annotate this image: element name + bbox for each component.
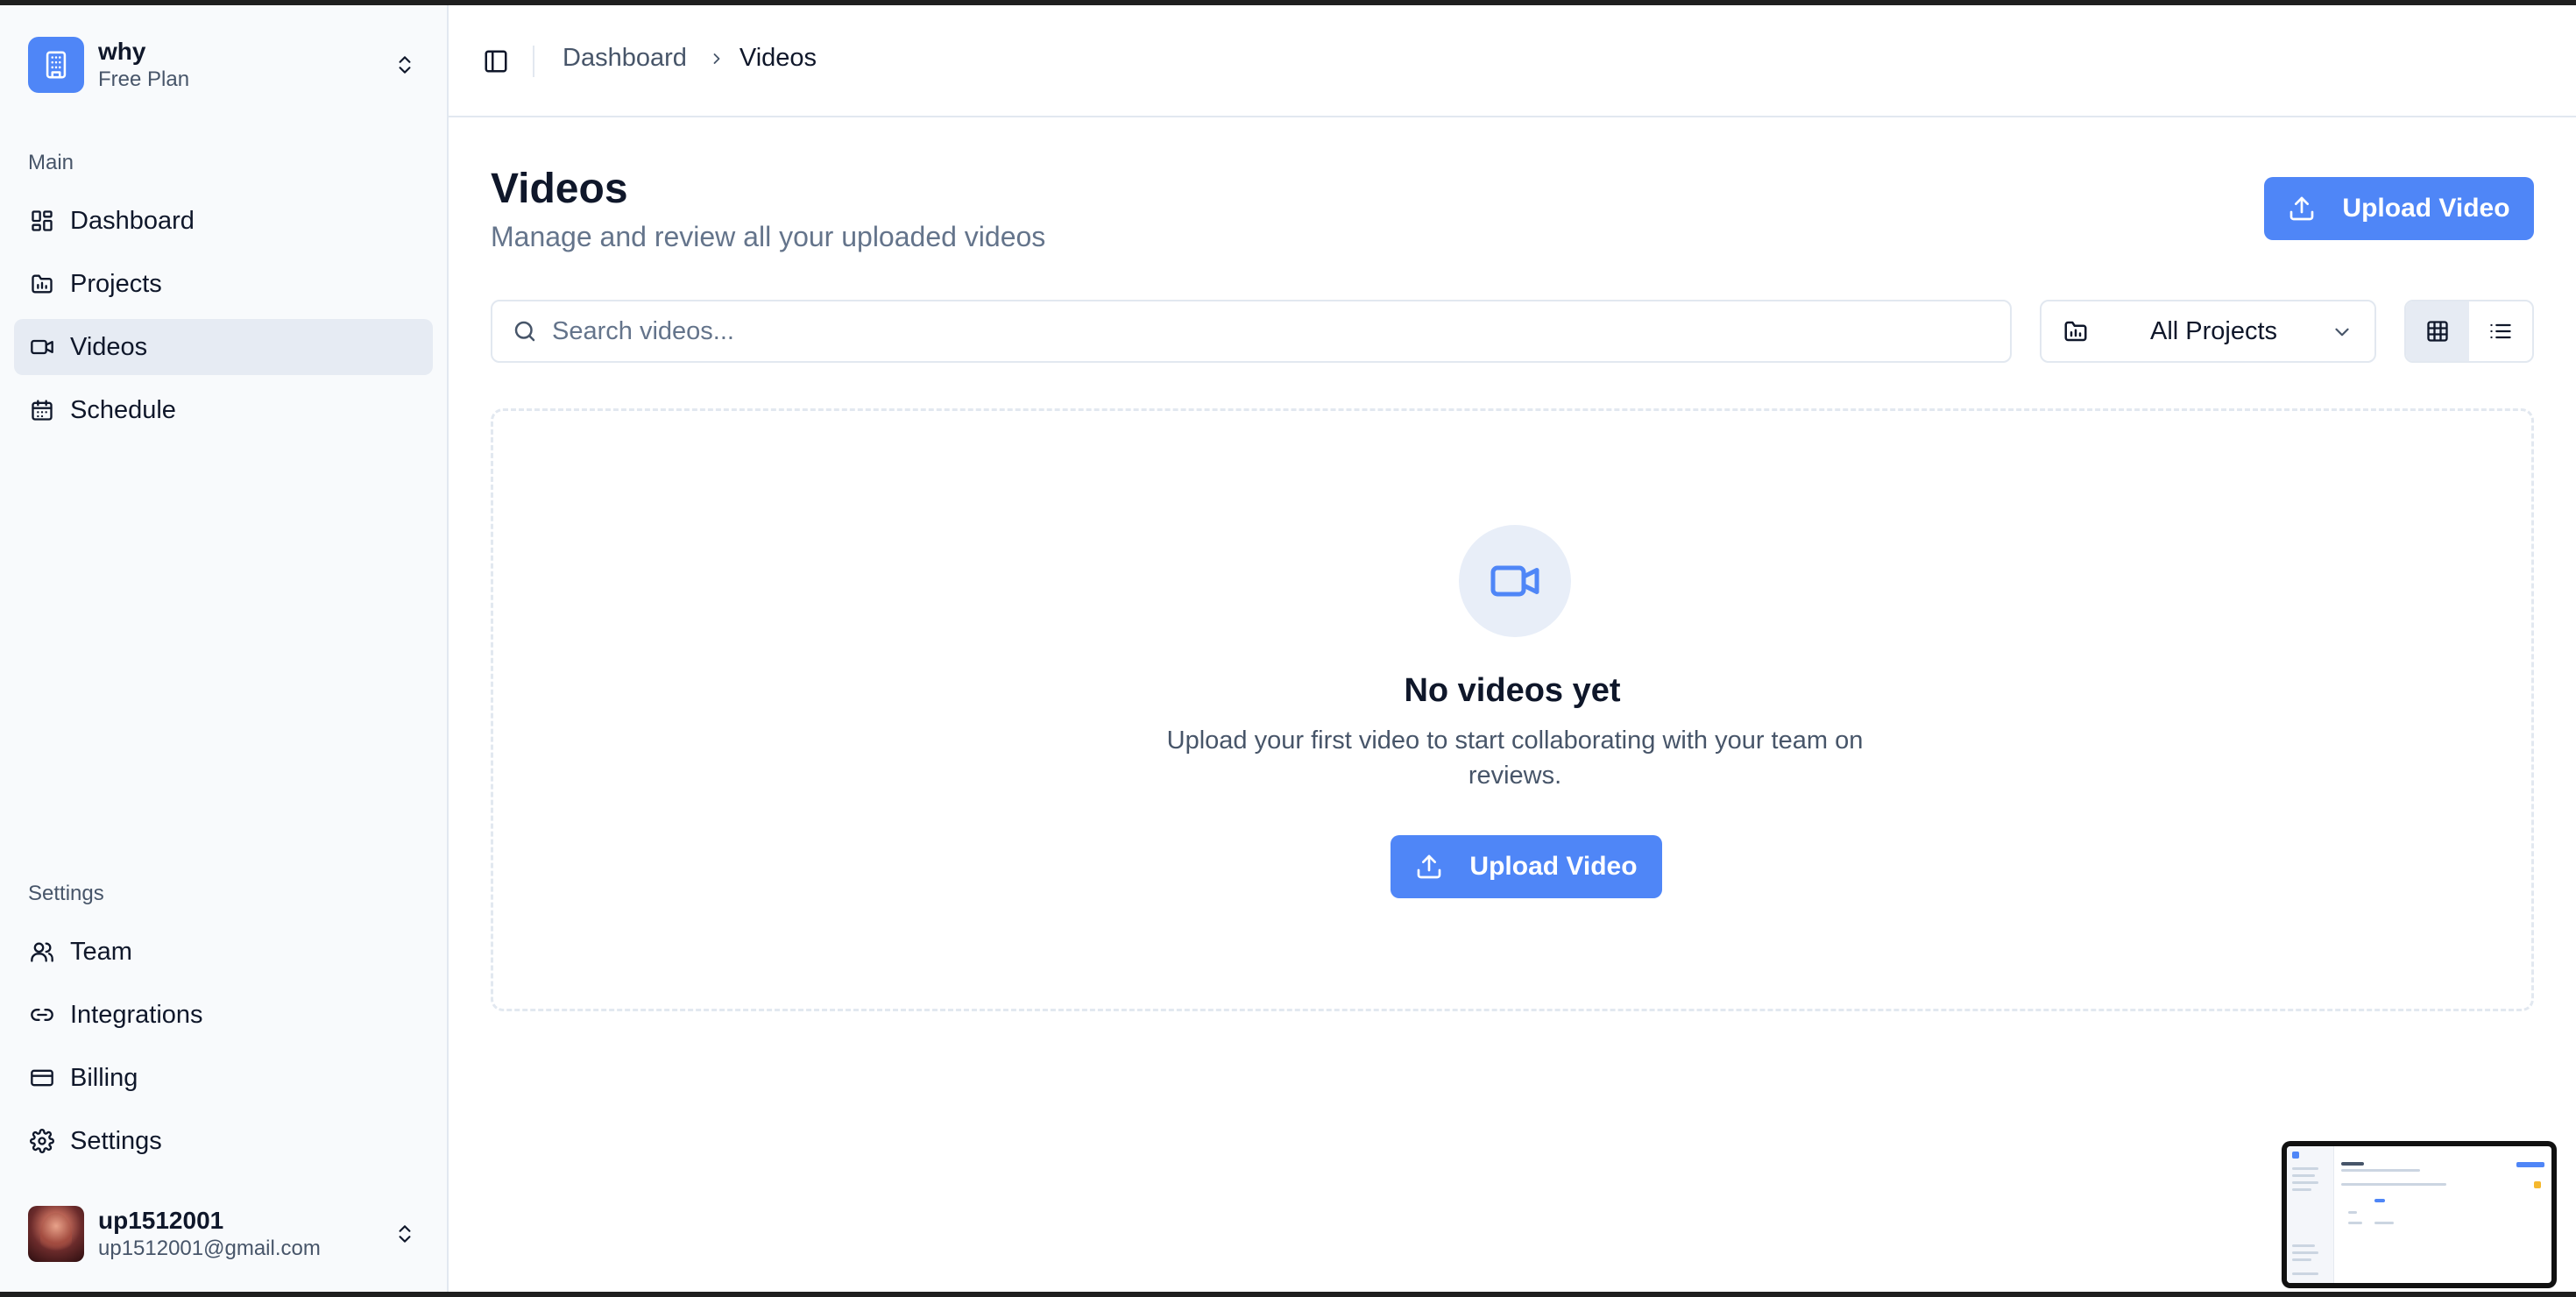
workspace-logo-icon bbox=[28, 37, 84, 93]
breadcrumb-dashboard-link[interactable]: Dashboard bbox=[563, 44, 687, 73]
sidebar-item-label: Integrations bbox=[70, 1000, 203, 1029]
preview-line bbox=[2292, 1258, 2311, 1261]
sidebar-item-billing[interactable]: Billing bbox=[14, 1050, 433, 1106]
preview-thumbnail-screen bbox=[2287, 1146, 2551, 1283]
folder-icon bbox=[28, 270, 56, 298]
upload-video-label: Upload Video bbox=[2342, 194, 2510, 223]
preview-line bbox=[2292, 1181, 2318, 1184]
sidebar-item-settings[interactable]: Settings bbox=[14, 1113, 433, 1169]
empty-upload-video-button[interactable]: Upload Video bbox=[1391, 835, 1662, 898]
app-window: why Free Plan Main Dashboard Projects Vi… bbox=[0, 5, 2576, 1292]
user-menu[interactable]: up1512001 up1512001@gmail.com bbox=[14, 1195, 435, 1272]
list-view-button[interactable] bbox=[2469, 301, 2532, 361]
credit-card-icon bbox=[28, 1064, 56, 1092]
page-subtitle: Manage and review all your uploaded vide… bbox=[491, 221, 1046, 252]
preview-button bbox=[2516, 1162, 2544, 1167]
preview-line bbox=[2341, 1183, 2446, 1186]
upload-video-button[interactable]: Upload Video bbox=[2264, 177, 2534, 240]
preview-line bbox=[2292, 1272, 2318, 1275]
preview-badge bbox=[2534, 1181, 2541, 1188]
project-filter-value: All Projects bbox=[2150, 316, 2278, 345]
breadcrumb: Dashboard Videos bbox=[563, 44, 817, 73]
preview-line bbox=[2292, 1251, 2318, 1254]
top-bar: Dashboard Videos bbox=[449, 5, 2576, 117]
view-mode-toggle bbox=[2404, 300, 2534, 363]
breadcrumb-current: Videos bbox=[739, 44, 817, 72]
empty-upload-video-label: Upload Video bbox=[1469, 852, 1638, 881]
sidebar-item-label: Videos bbox=[70, 332, 148, 361]
sidebar-item-team[interactable]: Team bbox=[14, 924, 433, 980]
link-icon bbox=[28, 1001, 56, 1029]
users-icon bbox=[28, 938, 56, 966]
preview-line bbox=[2292, 1244, 2315, 1247]
sidebar-toggle-button[interactable] bbox=[477, 42, 515, 81]
search-icon bbox=[512, 318, 538, 344]
avatar bbox=[28, 1206, 84, 1262]
video-icon bbox=[1459, 525, 1571, 637]
list-icon bbox=[2490, 323, 2511, 339]
sidebar-item-label: Team bbox=[70, 937, 132, 966]
folder-icon bbox=[2063, 318, 2089, 344]
preview-button bbox=[2374, 1199, 2385, 1202]
user-email: up1512001@gmail.com bbox=[98, 1237, 321, 1260]
video-icon bbox=[28, 333, 56, 361]
chevron-down-icon bbox=[2331, 321, 2353, 344]
workspace-text: why Free Plan bbox=[98, 37, 189, 93]
sidebar-item-label: Dashboard bbox=[70, 206, 195, 235]
chevrons-up-down-icon bbox=[389, 49, 421, 81]
empty-state-description: Upload your first video to start collabo… bbox=[1166, 726, 1864, 790]
upload-icon bbox=[2288, 195, 2316, 223]
main-content: Dashboard Videos Videos Manage and revie… bbox=[449, 5, 2576, 1292]
panel-left-icon bbox=[485, 50, 507, 73]
search-input[interactable] bbox=[552, 316, 1954, 346]
dashboard-icon bbox=[28, 207, 56, 235]
grid-icon bbox=[2427, 321, 2448, 342]
workspace-plan: Free Plan bbox=[98, 67, 190, 91]
search-box bbox=[491, 300, 2012, 363]
sidebar-item-integrations[interactable]: Integrations bbox=[14, 987, 433, 1043]
workspace-switcher[interactable]: why Free Plan bbox=[14, 26, 435, 103]
sidebar-item-videos[interactable]: Videos bbox=[14, 319, 433, 375]
sidebar-item-label: Billing bbox=[70, 1063, 138, 1092]
preview-line bbox=[2348, 1222, 2362, 1224]
preview-line bbox=[2292, 1188, 2311, 1191]
sidebar: why Free Plan Main Dashboard Projects Vi… bbox=[0, 5, 449, 1292]
preview-line bbox=[2341, 1169, 2420, 1172]
sidebar-item-schedule[interactable]: Schedule bbox=[14, 382, 433, 438]
calendar-icon bbox=[28, 396, 56, 424]
sidebar-item-label: Projects bbox=[70, 269, 162, 298]
preview-line bbox=[2348, 1211, 2357, 1214]
user-name: up1512001 bbox=[98, 1207, 224, 1234]
preview-line bbox=[2292, 1167, 2318, 1170]
workspace-name: why bbox=[98, 38, 146, 65]
settings-group-label: Settings bbox=[28, 882, 104, 905]
preview-thumbnail[interactable] bbox=[2282, 1141, 2557, 1288]
sidebar-item-label: Settings bbox=[70, 1126, 162, 1155]
page-title: Videos bbox=[491, 166, 628, 212]
user-text: up1512001 up1512001@gmail.com bbox=[98, 1206, 321, 1262]
upload-icon bbox=[1415, 853, 1443, 881]
grid-view-button[interactable] bbox=[2406, 301, 2469, 361]
chevron-right-icon bbox=[708, 50, 725, 67]
gear-icon bbox=[28, 1127, 56, 1155]
sidebar-item-projects[interactable]: Projects bbox=[14, 256, 433, 312]
sidebar-item-dashboard[interactable]: Dashboard bbox=[14, 193, 433, 249]
preview-line bbox=[2341, 1162, 2364, 1166]
chevrons-up-down-icon bbox=[389, 1218, 421, 1250]
preview-line bbox=[2374, 1222, 2394, 1224]
project-filter-select[interactable]: All Projects bbox=[2040, 300, 2376, 363]
divider bbox=[533, 46, 534, 77]
main-group-label: Main bbox=[28, 151, 74, 174]
empty-state: No videos yet Upload your first video to… bbox=[491, 408, 2534, 1011]
sidebar-item-label: Schedule bbox=[70, 395, 176, 424]
empty-state-title: No videos yet bbox=[1404, 672, 1621, 709]
preview-logo bbox=[2292, 1152, 2299, 1159]
preview-line bbox=[2292, 1174, 2315, 1177]
